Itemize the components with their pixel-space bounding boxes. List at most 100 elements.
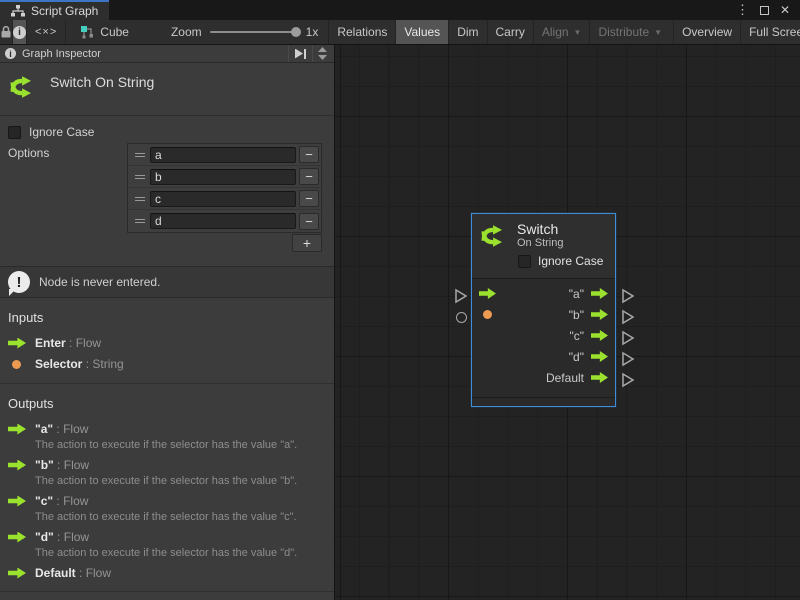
node-output-label: "b" (569, 308, 584, 322)
enter-port-triangle[interactable] (454, 288, 468, 304)
option-input[interactable] (150, 147, 296, 163)
option-input[interactable] (150, 191, 296, 207)
drag-handle-icon[interactable] (130, 153, 150, 157)
output-port-icon[interactable] (591, 288, 608, 299)
tab-script-graph[interactable]: Script Graph (0, 0, 109, 20)
output-port-triangle[interactable] (621, 372, 635, 388)
code-preview-button[interactable]: <×> (27, 20, 66, 44)
node-header[interactable]: Switch On String Ignore Case (472, 214, 615, 279)
lock-button[interactable] (0, 20, 13, 44)
unit-title-block: Switch On String (0, 63, 334, 116)
drag-handle-icon[interactable] (130, 197, 150, 201)
triangle-down-icon (318, 55, 327, 60)
ignore-case-label: Ignore Case (29, 125, 94, 139)
warning-box: ! Node is never entered. (0, 266, 334, 298)
output-port-row: "b" : Flow (0, 454, 334, 475)
dock-panel-button[interactable] (288, 45, 312, 62)
option-input[interactable] (150, 169, 296, 185)
zoom-slider-knob[interactable] (291, 27, 301, 37)
inspector-header: i Graph Inspector (0, 45, 334, 63)
tab-label: Script Graph (31, 4, 98, 18)
inspector-toggle-button[interactable]: i (13, 20, 27, 44)
overview-button[interactable]: Overview (673, 20, 740, 44)
input-port-row: Enter : Flow (0, 332, 334, 353)
add-option-button[interactable]: + (292, 234, 322, 252)
warning-text: Node is never entered. (39, 275, 160, 289)
remove-option-button[interactable]: − (299, 213, 319, 230)
node-ignore-case-label: Ignore Case (538, 254, 603, 268)
zoom-value: 1x (306, 25, 319, 39)
flow-arrow-icon (8, 568, 26, 579)
enter-port-icon[interactable] (479, 288, 496, 299)
remove-option-button[interactable]: − (299, 168, 319, 185)
switch-icon (479, 221, 509, 251)
option-row: − (128, 166, 321, 188)
output-port-icon[interactable] (591, 330, 608, 341)
maximize-icon[interactable] (760, 6, 769, 15)
selector-port-circle[interactable] (456, 312, 467, 323)
graph-name-label: Cube (100, 25, 129, 39)
option-input[interactable] (150, 213, 296, 229)
zoom-control: Zoom 1x (139, 20, 328, 44)
distribute-dropdown[interactable]: Distribute ▼ (589, 20, 670, 44)
panel-scrubber[interactable] (312, 45, 332, 62)
graph-breadcrumb[interactable]: Cube (66, 20, 139, 44)
flow-arrow-icon (8, 424, 26, 435)
flow-arrow-icon (8, 496, 26, 507)
ignore-case-checkbox[interactable] (8, 126, 21, 139)
node-output-label: Default (546, 371, 584, 385)
values-button[interactable]: Values (395, 20, 448, 44)
output-port-triangle[interactable] (621, 309, 635, 325)
value-port-icon (12, 360, 21, 369)
selector-port-icon[interactable] (483, 310, 492, 319)
output-port-icon[interactable] (591, 372, 608, 383)
remove-option-button[interactable]: − (299, 190, 319, 207)
drag-handle-icon[interactable] (130, 219, 150, 223)
port-description: The action to execute if the selector ha… (0, 511, 334, 526)
port-description: The action to execute if the selector ha… (0, 439, 334, 454)
output-port-triangle[interactable] (621, 330, 635, 346)
output-port-icon[interactable] (591, 351, 608, 362)
output-port-row: "a" : Flow (0, 418, 334, 439)
option-row: − (128, 144, 321, 166)
warning-icon: ! (8, 271, 30, 293)
output-port-icon[interactable] (591, 309, 608, 320)
inputs-header: Inputs (0, 298, 334, 332)
dim-button[interactable]: Dim (448, 20, 486, 44)
main-area: i Graph Inspector (0, 45, 800, 600)
node-body: "a" "b" "c" (472, 279, 615, 388)
inspector-title: Graph Inspector (22, 48, 101, 60)
option-row: − (128, 188, 321, 210)
tabbar-spacer (109, 0, 736, 20)
node-output-label: "a" (569, 287, 584, 301)
node-footer (472, 397, 615, 406)
output-port-row: "c" : Flow (0, 490, 334, 511)
lock-icon (0, 25, 12, 39)
triangle-up-icon (318, 47, 327, 52)
toolbar-buttons: Relations Values Dim Carry Align ▼ Distr… (328, 20, 800, 44)
flow-arrow-icon (8, 460, 26, 471)
drag-handle-icon[interactable] (130, 175, 150, 179)
graph-inspector-panel: i Graph Inspector (0, 45, 335, 600)
node-output-label: "d" (569, 350, 584, 364)
inputs-section: Inputs Enter : Flow Selector : String (0, 298, 334, 384)
outputs-section: Outputs "a" : Flow The action to execute… (0, 384, 334, 583)
window-menu-icon[interactable]: ⋮ (736, 2, 749, 18)
output-port-triangle[interactable] (621, 351, 635, 367)
switch-on-string-node[interactable]: Switch On String Ignore Case "a" (471, 213, 616, 407)
node-ignore-case-checkbox[interactable] (518, 255, 531, 268)
full-screen-button[interactable]: Full Screen (740, 20, 800, 44)
node-subtitle: On String (517, 237, 563, 250)
dock-icon (295, 49, 303, 59)
input-port-row: Selector : String (0, 353, 334, 374)
graph-canvas[interactable]: Switch On String Ignore Case "a" (335, 45, 800, 600)
inspector-empty-space (0, 591, 334, 600)
output-port-triangle[interactable] (621, 288, 635, 304)
carry-button[interactable]: Carry (487, 20, 533, 44)
zoom-slider[interactable] (210, 31, 298, 33)
close-icon[interactable]: ✕ (780, 3, 790, 17)
remove-option-button[interactable]: − (299, 146, 319, 163)
align-dropdown[interactable]: Align ▼ (533, 20, 590, 44)
node-output-label: "c" (569, 329, 584, 343)
relations-button[interactable]: Relations (328, 20, 395, 44)
